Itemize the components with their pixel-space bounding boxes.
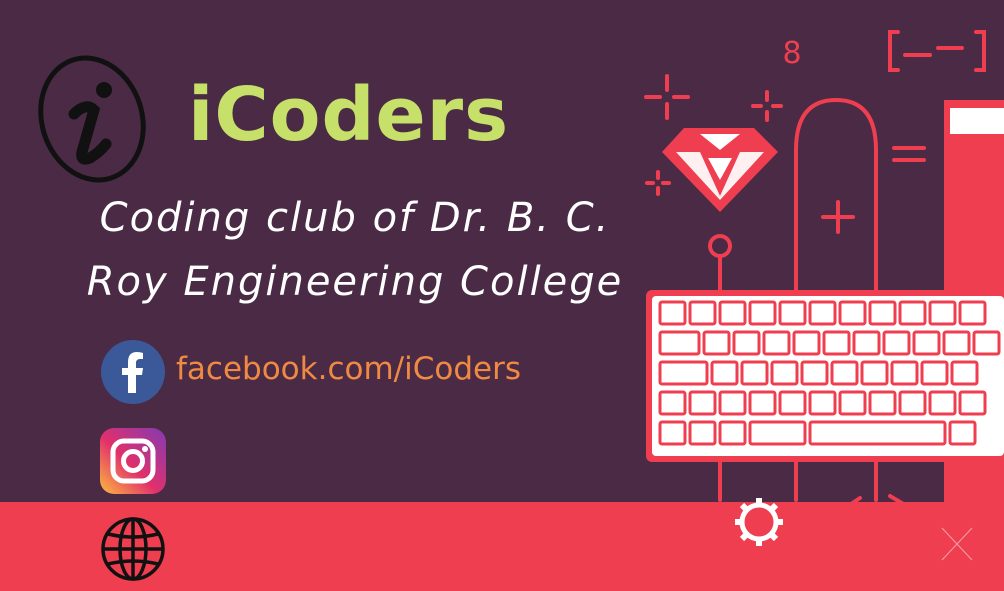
keyboard-key [898, 300, 927, 326]
instagram-icon[interactable] [100, 428, 166, 494]
keyboard-key [658, 390, 687, 416]
keyboard-key [748, 390, 777, 416]
facebook-link[interactable]: facebook.com/iCoders [176, 354, 521, 385]
keyboard-key [732, 330, 761, 356]
keyboard-key [860, 360, 889, 386]
keyboard-key [868, 300, 897, 326]
keyboard-key [822, 330, 851, 356]
keyboard-key [658, 300, 687, 326]
keyboard-key [718, 390, 747, 416]
keyboard-key [920, 360, 949, 386]
keyboard-key [950, 360, 979, 386]
tagline-line-1: Coding club of Dr. B. C. [99, 195, 611, 241]
keyboard-key [808, 300, 837, 326]
keyboard-key [718, 300, 747, 326]
club-card: 8 iCoders Coding club of Dr. B. C. Roy E… [0, 0, 1004, 591]
keyboard-key [748, 420, 807, 446]
keyboard-key [808, 420, 947, 446]
keyboard-key [948, 420, 977, 446]
keyboard-key [898, 390, 927, 416]
keyboard-key [658, 420, 687, 446]
brand-name: iCoders [188, 72, 510, 158]
keyboard-key [762, 330, 791, 356]
keyboard-key [942, 330, 971, 356]
keyboard-key [740, 360, 769, 386]
keyboard-key [852, 330, 881, 356]
keyboard-key [778, 300, 807, 326]
keyboard-key [658, 360, 709, 386]
keyboard-key [778, 390, 807, 416]
keyboard-key [808, 390, 837, 416]
keyboard-key [928, 390, 957, 416]
keyboard-key [838, 390, 867, 416]
gear-icon [735, 498, 783, 546]
decor-number: 8 [782, 36, 801, 71]
facebook-icon[interactable] [100, 339, 166, 405]
keyboard-key [710, 360, 739, 386]
tagline-line-2: Roy Engineering College [86, 259, 624, 305]
keyboard-key [688, 420, 717, 446]
keyboard-key [658, 330, 701, 356]
keyboard-key [688, 300, 717, 326]
keyboard-key [792, 330, 821, 356]
keyboard-key [688, 390, 717, 416]
keyboard-key [890, 360, 919, 386]
globe-icon[interactable] [100, 516, 166, 582]
keyboard-key [718, 420, 747, 446]
keyboard-key [748, 300, 777, 326]
logo-icon [38, 55, 146, 183]
keyboard-key [912, 330, 941, 356]
keyboard-key [958, 390, 987, 416]
keyboard-key [928, 300, 957, 326]
keyboard-key [882, 330, 911, 356]
keyboard-key [770, 360, 799, 386]
keyboard-key [800, 360, 829, 386]
keyboard-key [868, 390, 897, 416]
diamond-icon [662, 128, 778, 212]
keyboard-key [702, 330, 731, 356]
keyboard-key [972, 330, 1001, 356]
keyboard-key [958, 300, 987, 326]
keyboard-key [838, 300, 867, 326]
keyboard-key [830, 360, 859, 386]
